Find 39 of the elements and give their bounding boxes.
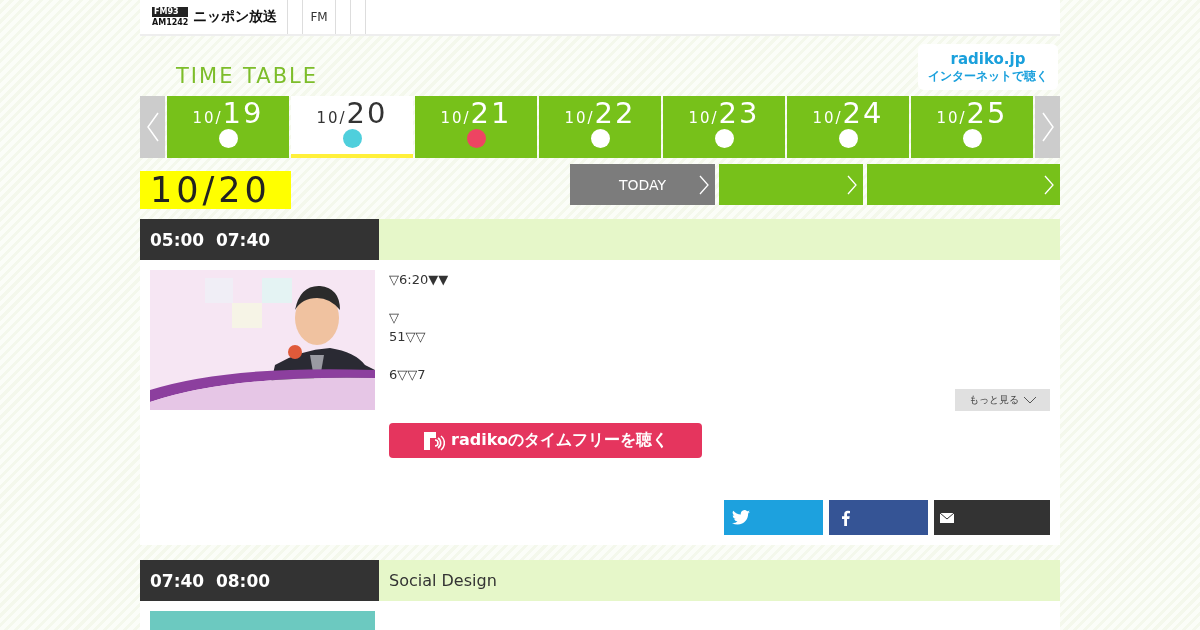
date-tab[interactable]: 10/22 xyxy=(539,96,661,158)
share-button[interactable] xyxy=(934,500,1050,535)
facebook-icon xyxy=(841,509,850,526)
radiko-badge[interactable]: radiko.jp インターネットで聴く xyxy=(918,44,1058,90)
program-title: Social Design xyxy=(389,571,497,590)
date-tab[interactable]: 10/25 xyxy=(911,96,1033,158)
description-line: ▽6:20▼▼ xyxy=(389,271,449,289)
radio-icon xyxy=(423,429,446,452)
date-tab[interactable]: 10/24 xyxy=(787,96,909,158)
description-line: ▽ xyxy=(389,309,399,327)
previous-button[interactable] xyxy=(140,96,165,158)
chevron-left-icon xyxy=(146,112,159,142)
page-title: TIME TABLE xyxy=(176,64,319,90)
date-tab[interactable]: 10/23 xyxy=(663,96,785,158)
chevron-down-icon xyxy=(1022,396,1037,404)
chevron-right-icon xyxy=(699,175,709,195)
day-button[interactable] xyxy=(867,164,1060,205)
bird-icon xyxy=(732,510,750,525)
date-tab[interactable]: 10/20 xyxy=(291,96,413,158)
date-tab[interactable]: 10/21 xyxy=(415,96,537,158)
chevron-right-icon xyxy=(847,175,857,195)
day-button[interactable] xyxy=(719,164,863,205)
chevron-right-icon xyxy=(1044,175,1054,195)
next-button[interactable] xyxy=(1035,96,1060,158)
description-line: 6▽▽7 xyxy=(389,366,426,384)
date-tab[interactable]: 10/19 xyxy=(167,96,289,158)
description-line: 51▽▽ xyxy=(389,328,426,346)
logo-frequency: FM93 xyxy=(152,6,189,17)
time-range: 05:00 07:40 xyxy=(140,219,379,260)
day-button[interactable]: TODAY xyxy=(570,164,715,205)
current-date: 10/20 xyxy=(140,170,291,209)
time-range: 07:40 08:00 xyxy=(140,560,379,601)
radiko-button[interactable]: radikoのタイムフリーを聴く xyxy=(389,423,702,458)
logo-frequency: AM1242 xyxy=(152,17,189,28)
more-button[interactable]: もっと見る xyxy=(955,389,1050,411)
station-logo[interactable]: ニッポン放送 xyxy=(193,8,278,26)
mail-icon xyxy=(940,512,954,523)
chevron-right-icon xyxy=(1041,112,1054,142)
nav-tab[interactable]: FM xyxy=(303,0,336,34)
